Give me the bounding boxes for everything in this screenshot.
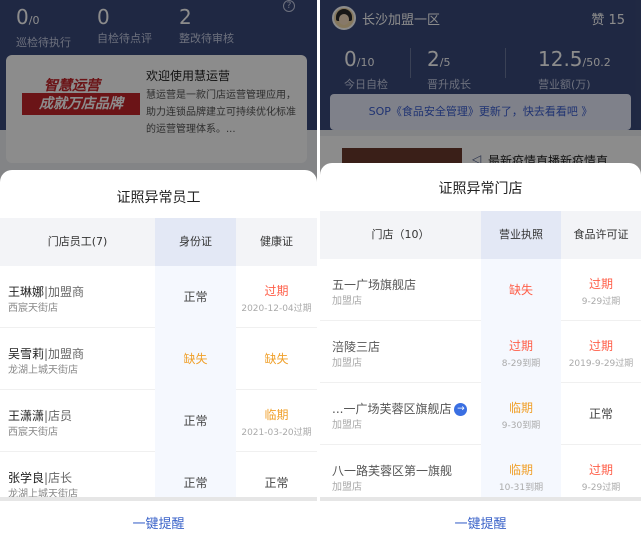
- food-license-status: 正常: [588, 407, 613, 421]
- sheet-footer: 一键提醒: [0, 497, 317, 541]
- health-cert-status: 临期: [264, 408, 289, 422]
- id-card-status: 缺失: [183, 352, 208, 366]
- table-row[interactable]: 王潇潇|店员 西宸天街店 正常 临期 2021-03-20过期: [0, 390, 317, 452]
- staff-name: 王琳娜: [8, 285, 45, 299]
- store-type: 加盟店: [332, 420, 362, 431]
- id-card-status: 正常: [183, 414, 208, 428]
- column-header-business-license[interactable]: 营业执照: [481, 211, 561, 259]
- business-license-status: 临期: [508, 401, 533, 415]
- table-header: 门店（10） 营业执照 食品许可证: [320, 211, 641, 259]
- store-type: 加盟店: [332, 482, 362, 493]
- table-row[interactable]: 吴雪莉|加盟商 龙湖上城天街店 缺失 缺失: [0, 328, 317, 390]
- health-cert-status: 缺失: [264, 352, 289, 366]
- food-license-status: 过期: [588, 463, 613, 477]
- table-row[interactable]: 涪陵三店 加盟店 过期 8-29到期 过期 2019-9-29过期: [320, 321, 641, 383]
- food-license-status: 过期: [588, 277, 613, 291]
- staff-role: |店员: [44, 409, 73, 423]
- food-license-date: 9-29过期: [581, 483, 621, 493]
- table-header: 门店员工(7) 身份证 健康证: [0, 218, 317, 266]
- business-license-status: 临期: [508, 463, 533, 477]
- sheet-footer: 一键提醒: [320, 497, 641, 541]
- health-cert-date: 2021-03-20过期: [241, 428, 312, 438]
- staff-role: |店长: [44, 471, 73, 485]
- column-header-id-card[interactable]: 身份证: [155, 218, 236, 266]
- staff-store: 西宸天街店: [8, 427, 58, 438]
- store-name: 八一路芙蓉区第一旗舰: [332, 464, 453, 478]
- id-card-status: 正常: [183, 290, 208, 304]
- food-license-date: 2019-9-29过期: [568, 359, 634, 369]
- arrow-right-icon[interactable]: →: [454, 403, 468, 416]
- staff-name: 张学良: [8, 471, 45, 485]
- sheet-title: 证照异常员工: [116, 190, 201, 206]
- table-row[interactable]: 王琳娜|加盟商 西宸天街店 正常 过期 2020-12-04过期: [0, 266, 317, 328]
- business-license-date: 10-31到期: [498, 483, 544, 493]
- food-license-status: 过期: [588, 339, 613, 353]
- store-type: 加盟店: [332, 296, 362, 307]
- sheet-title: 证照异常门店: [438, 181, 523, 197]
- left-screen: 0/0 巡检待执行 0 自检待点评 2 整改待审核 ? 智慧运营 成就万店品牌 …: [0, 0, 317, 541]
- column-header-store: 门店（10）: [371, 228, 430, 241]
- store-name: 五一广场旗舰店: [332, 278, 417, 292]
- staff-name: 吴雪莉: [8, 347, 45, 361]
- business-license-status: 缺失: [508, 283, 533, 297]
- store-name: 涪陵三店: [332, 340, 381, 354]
- table-row[interactable]: 五一广场旗舰店 加盟店 缺失 过期 9-29过期: [320, 259, 641, 321]
- staff-name: 王潇潇: [8, 409, 45, 423]
- store-name: ...一广场芙蓉区旗舰店: [332, 402, 452, 416]
- column-header-health-cert[interactable]: 健康证: [236, 218, 317, 266]
- business-license-date: 8-29到期: [501, 359, 541, 369]
- business-license-status: 过期: [508, 339, 533, 353]
- staff-store: 西宸天街店: [8, 303, 58, 314]
- food-license-date: 9-29过期: [581, 297, 621, 307]
- column-header-staff: 门店员工(7): [47, 235, 108, 248]
- staff-role: |加盟商: [44, 285, 85, 299]
- right-screen: 长沙加盟一区 赞 15 0/10 今日自检 2/5 晋升成长 12.5/50.2…: [320, 0, 641, 541]
- staff-role: |加盟商: [44, 347, 85, 361]
- health-cert-status: 过期: [264, 284, 289, 298]
- staff-store: 龙湖上城天街店: [8, 365, 78, 376]
- store-type: 加盟店: [332, 358, 362, 369]
- abnormal-staff-sheet: 证照异常员工 门店员工(7) 身份证 健康证 王琳娜|加盟商 西宸天街店 正常 …: [0, 170, 317, 541]
- table-row[interactable]: ...一广场芙蓉区旗舰店 → 加盟店 临期 9-30到期 正常: [320, 383, 641, 445]
- remind-all-button[interactable]: 一键提醒: [0, 513, 317, 532]
- health-cert-date: 2020-12-04过期: [241, 304, 312, 314]
- remind-all-button[interactable]: 一键提醒: [320, 513, 641, 532]
- business-license-date: 9-30到期: [501, 421, 541, 431]
- column-header-food-license[interactable]: 食品许可证: [561, 211, 641, 259]
- abnormal-store-sheet: 证照异常门店 门店（10） 营业执照 食品许可证 五一广场旗舰店 加盟店 缺失 …: [320, 163, 641, 541]
